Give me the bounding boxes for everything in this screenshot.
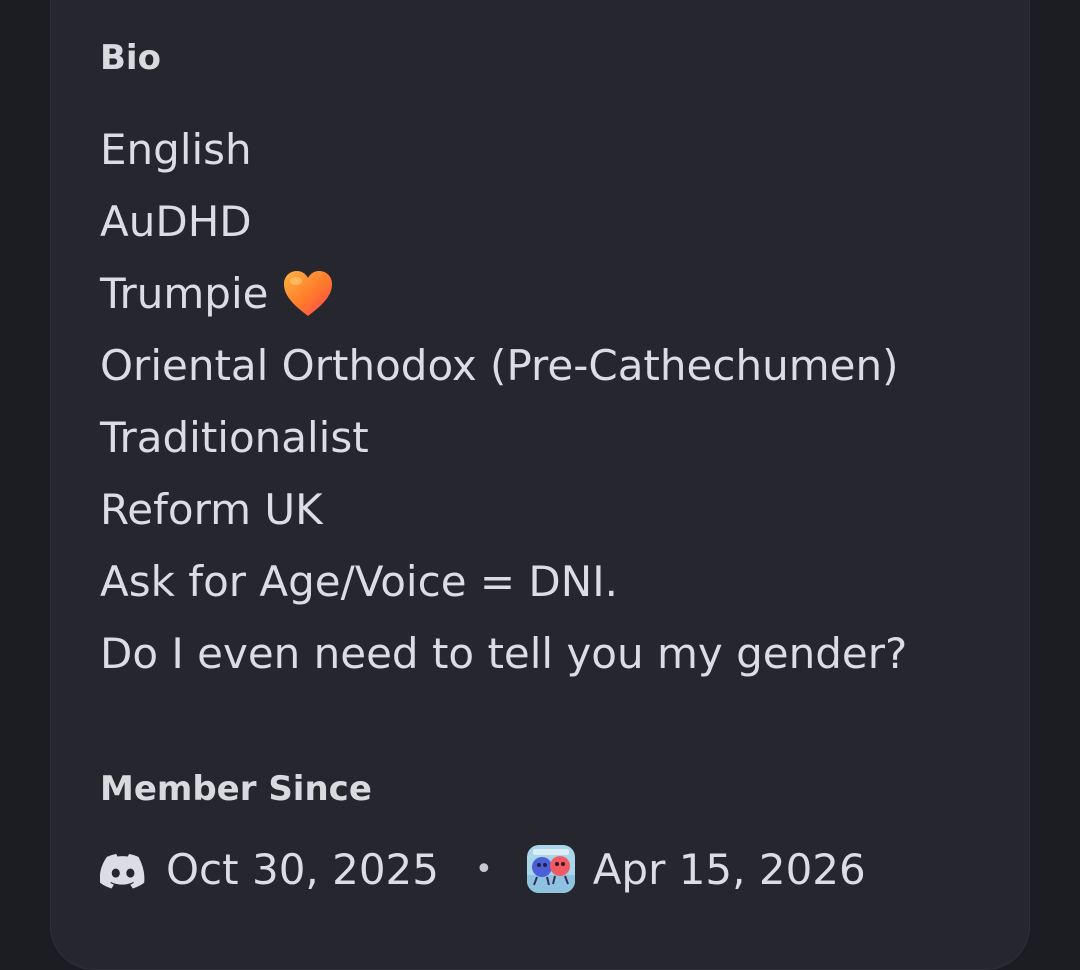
member-since-heading: Member Since	[100, 769, 372, 809]
bio-line-text: Traditionalist	[100, 413, 369, 462]
bio-heading: Bio	[100, 38, 161, 78]
separator-dot: •	[475, 851, 493, 887]
bio-line: AuDHD	[100, 186, 907, 258]
bio-line-text: Trumpie	[100, 269, 269, 318]
bio-line: English	[100, 114, 907, 186]
bio-line-text: AuDHD	[100, 197, 252, 246]
orange-heart-icon	[282, 269, 334, 319]
bio-line: Traditionalist	[100, 402, 907, 474]
bio-line-text: Do I even need to tell you my gender?	[100, 629, 908, 678]
bio-line: Oriental Orthodox (Pre-Cathechumen)	[100, 330, 907, 402]
bio-line: Reform UK	[100, 474, 907, 546]
bio-line-text: Oriental Orthodox (Pre-Cathechumen)	[100, 341, 899, 390]
member-since-row: Oct 30, 2025 • Apr 15, 2026	[99, 838, 866, 900]
bio-line: Do I even need to tell you my gender?	[100, 618, 907, 690]
bio-line-text: English	[100, 125, 252, 174]
bio-line-text: Ask for Age/Voice = DNI.	[100, 557, 618, 606]
server-avatar-icon	[526, 845, 575, 893]
server-member-date: Apr 15, 2026	[592, 844, 866, 894]
discord-logo-icon	[99, 851, 146, 889]
bio-line: Ask for Age/Voice = DNI.	[100, 546, 907, 618]
bio-line: Trumpie	[100, 258, 907, 330]
discord-member-date: Oct 30, 2025	[166, 844, 439, 894]
bio-line-text: Reform UK	[100, 485, 323, 534]
bio-text: English AuDHD Trumpie Oriental Orthodox …	[100, 114, 907, 690]
